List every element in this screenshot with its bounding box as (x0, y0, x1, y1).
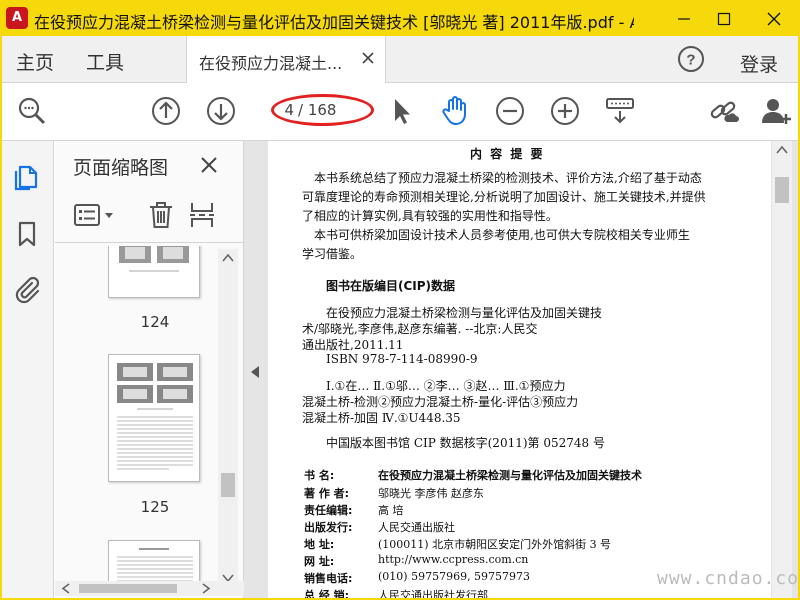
page-thumbnails-icon[interactable] (12, 161, 42, 191)
thumbnails-hscrollbar[interactable] (55, 581, 244, 596)
select-cursor-icon[interactable] (386, 95, 418, 127)
close-panel-icon[interactable] (200, 156, 218, 174)
watermark: www.cndao.com (657, 568, 800, 589)
abstract-line: 学习借鉴。 (302, 247, 363, 261)
colophon-value: 邬晓光 李彦伟 赵彦东 (378, 487, 484, 500)
scroll-left-icon[interactable] (61, 583, 71, 594)
colophon-value: (010) 59757969, 59757973 (378, 570, 531, 583)
document-tab-label: 在役预应力混凝土... (199, 54, 343, 73)
abstract-line: 本书可供桥梁加固设计技术人员参考使用,也可供大专院校相关专业师生 (314, 228, 690, 242)
panel-title: 页面缩略图 (73, 157, 169, 179)
add-user-icon[interactable] (760, 95, 792, 127)
acrobat-icon: A (6, 7, 28, 29)
colophon-key: 书 名: (304, 469, 335, 482)
options-menu-icon[interactable] (73, 201, 117, 229)
abstract-line: 可靠度理论的寿命预测相关理论,分析说明了加固设计、施工关键技术,并提供 (302, 190, 706, 204)
menu-bar: 主页 工具 在役预应力混凝土... ? 登录 (2, 36, 798, 83)
classification-line: 混凝土桥-检测②预应力混凝土桥-量化-评估③预应力 (302, 395, 579, 409)
document-scrollbar-thumb[interactable] (775, 177, 789, 203)
section-title: 内 容 提 要 (470, 147, 545, 161)
colophon-value: (100011) 北京市朝阳区安定门外外馆斜街 3 号 (378, 538, 612, 551)
svg-text:?: ? (686, 52, 695, 69)
colophon-key: 网 址: (304, 555, 335, 568)
colophon-value: 人民交通出版社发行部 (378, 589, 488, 598)
thumbnails-panel: 页面缩略图 124 125 (55, 141, 244, 598)
classification-line: 混凝土桥-加固 Ⅳ.①U448.35 (302, 411, 461, 425)
minimize-button[interactable] (664, 4, 704, 34)
hand-tool-icon[interactable] (439, 94, 471, 126)
bookmarks-icon[interactable] (12, 219, 42, 249)
cip-number: 中国版本图书馆 CIP 数据核字(2011)第 052748 号 (326, 436, 605, 450)
maximize-button[interactable] (704, 4, 744, 34)
colophon-key: 地 址: (304, 538, 335, 551)
abstract-line: 本书系统总结了预应力混凝土桥梁的检测技术、评价方法,介绍了基于动态 (314, 171, 702, 185)
collapse-panel-icon[interactable] (250, 365, 260, 379)
thumbnails-list: 124 125 (55, 246, 223, 589)
colophon-value: 人民交通出版社 (378, 521, 455, 534)
scroll-right-icon[interactable] (201, 583, 211, 594)
toolbar: 4 / 168 (2, 83, 798, 141)
attachments-icon[interactable] (12, 275, 42, 305)
document-view: 内 容 提 要 本书系统总结了预应力混凝土桥梁的检测技术、评价方法,介绍了基于动… (244, 141, 798, 598)
navigation-strip (2, 141, 54, 598)
colophon-key: 著 作 者: (304, 487, 350, 500)
abstract-line: 了相应的计算实例,具有较强的实用性和指导性。 (302, 209, 558, 223)
close-tab-icon[interactable] (361, 51, 375, 65)
thumbnail-page-125[interactable] (108, 354, 200, 482)
share-link-icon[interactable] (708, 95, 740, 127)
pdf-page: 内 容 提 要 本书系统总结了预应力混凝土桥梁的检测技术、评价方法,介绍了基于动… (268, 141, 771, 598)
close-window-button[interactable] (754, 4, 794, 34)
page-display-icon[interactable] (604, 95, 636, 127)
title-bar: A 在役预应力混凝土桥梁检测与量化评估及加固关键技术 [邬晓光 著] 2011年… (2, 2, 798, 36)
panel-toolbar (55, 189, 244, 243)
colophon-key: 总 经 销: (304, 589, 350, 598)
thumbnails-scrollbar[interactable] (218, 249, 238, 589)
colophon-value: 在役预应力混凝土桥梁检测与量化评估及加固关键技术 (378, 469, 642, 482)
login-button[interactable]: 登录 (740, 50, 778, 77)
thumbnail-label: 125 (140, 498, 170, 516)
cip-line: 在役预应力混凝土桥梁检测与量化评估及加固关键技 (326, 306, 603, 320)
page-layout-icon[interactable] (189, 201, 215, 229)
colophon-value: 高 培 (378, 504, 404, 517)
colophon-key: 责任编辑: (304, 504, 353, 517)
home-tab[interactable]: 主页 (16, 48, 54, 75)
previous-page-icon[interactable] (150, 95, 182, 127)
document-tab[interactable]: 在役预应力混凝土... (186, 36, 386, 83)
red-highlight-ellipse (271, 94, 374, 126)
hscrollbar-thumb[interactable] (79, 584, 177, 593)
window-title: 在役预应力混凝土桥梁检测与量化评估及加固关键技术 [邬晓光 著] 2011年版.… (34, 13, 634, 32)
classification-line: Ⅰ.①在… Ⅱ.①邬… ②李… ③赵… Ⅲ.①预应力 (326, 379, 566, 393)
search-icon[interactable] (16, 95, 48, 127)
scroll-up-icon[interactable] (222, 253, 234, 263)
zoom-in-icon[interactable] (549, 95, 581, 127)
document-scrollbar[interactable] (772, 141, 792, 598)
isbn: ISBN 978-7-114-08990-9 (326, 352, 478, 366)
cip-line: 术/邬晓光,李彦伟,赵彦东编著. --北京:人民交 (302, 322, 538, 336)
thumbnail-page-124[interactable] (108, 246, 200, 298)
colophon-key: 销售电话: (304, 572, 353, 585)
next-page-icon[interactable] (205, 95, 237, 127)
help-icon[interactable]: ? (677, 45, 705, 73)
colophon-value: http://www.ccpress.com.cn (378, 553, 529, 566)
colophon-key: 出版发行: (304, 521, 353, 534)
thumbnail-label: 124 (140, 313, 170, 331)
cip-line: 通出版社,2011.11 (302, 338, 404, 352)
cip-title: 图书在版编目(CIP)数据 (326, 279, 456, 293)
zoom-out-icon[interactable] (494, 95, 526, 127)
tools-tab[interactable]: 工具 (86, 48, 124, 75)
delete-page-icon[interactable] (147, 201, 175, 229)
scrollbar-thumb[interactable] (221, 473, 235, 497)
scroll-up-icon[interactable] (776, 145, 788, 155)
